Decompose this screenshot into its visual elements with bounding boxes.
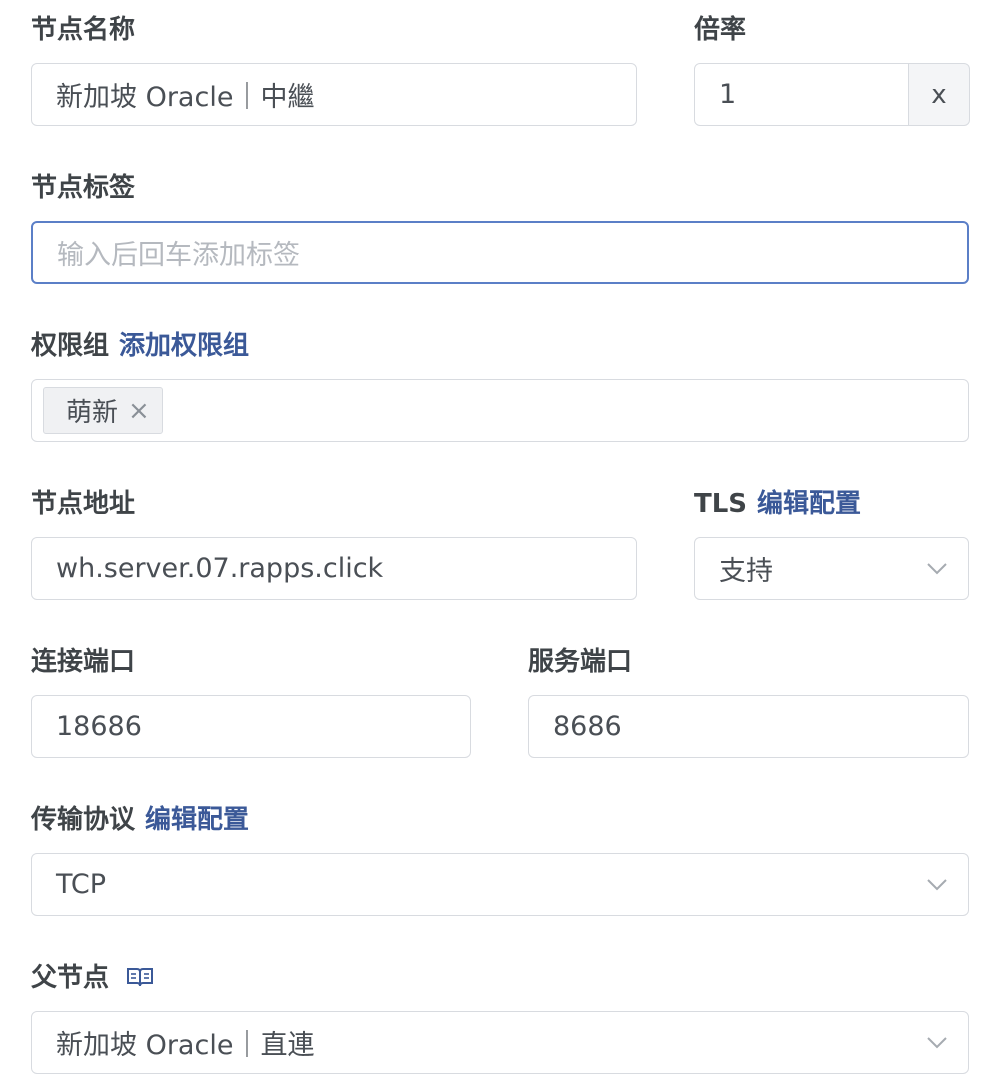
node-edit-form: 节点名称 新加坡 Oracle｜中繼 倍率 1 x 节点标签 输入后回车添加标签… bbox=[0, 0, 998, 1092]
service-port-value: 8686 bbox=[553, 711, 622, 742]
node-address-input[interactable]: wh.server.07.rapps.click bbox=[31, 537, 637, 600]
tls-value: 支持 bbox=[719, 556, 773, 587]
tls-label-text: TLS bbox=[694, 489, 748, 519]
chevron-down-icon bbox=[927, 878, 947, 890]
permission-group-label-text: 权限组 bbox=[31, 331, 110, 361]
chevron-down-icon bbox=[927, 1036, 947, 1048]
node-address-value: wh.server.07.rapps.click bbox=[56, 553, 384, 584]
connect-port-value: 18686 bbox=[56, 711, 142, 742]
node-name-value: 新加坡 Oracle｜中繼 bbox=[56, 82, 315, 113]
transport-label: 传输协议 编辑配置 bbox=[31, 804, 249, 836]
rate-suffix: x bbox=[909, 63, 970, 126]
transport-edit-config-link[interactable]: 编辑配置 bbox=[145, 805, 249, 835]
add-permission-group-link[interactable]: 添加权限组 bbox=[119, 331, 249, 361]
node-tags-placeholder: 输入后回车添加标签 bbox=[57, 240, 300, 271]
transport-label-text: 传输协议 bbox=[31, 805, 136, 835]
node-tags-label: 节点标签 bbox=[31, 173, 136, 203]
parent-node-label: 父节点 bbox=[31, 962, 154, 994]
service-port-label: 服务端口 bbox=[528, 647, 633, 677]
rate-label: 倍率 bbox=[694, 15, 747, 45]
transport-value: TCP bbox=[56, 869, 107, 900]
service-port-input[interactable]: 8686 bbox=[528, 695, 969, 758]
rate-value: 1 bbox=[719, 79, 737, 110]
permission-group-label: 权限组 添加权限组 bbox=[31, 330, 249, 362]
parent-node-select[interactable]: 新加坡 Oracle｜直連 bbox=[31, 1011, 969, 1074]
permission-tag-label: 萌新 bbox=[66, 398, 119, 428]
permission-tag: 萌新 × bbox=[43, 387, 163, 434]
parent-node-value: 新加坡 Oracle｜直連 bbox=[56, 1030, 315, 1061]
tls-label: TLS 编辑配置 bbox=[694, 488, 861, 520]
parent-node-label-text: 父节点 bbox=[31, 963, 110, 993]
connect-port-label: 连接端口 bbox=[31, 647, 136, 677]
node-name-label: 节点名称 bbox=[31, 15, 136, 45]
connect-port-input[interactable]: 18686 bbox=[31, 695, 471, 758]
node-address-label: 节点地址 bbox=[31, 489, 136, 519]
transport-select[interactable]: TCP bbox=[31, 853, 969, 916]
permission-group-select[interactable]: 萌新 × bbox=[31, 379, 969, 442]
node-name-input[interactable]: 新加坡 Oracle｜中繼 bbox=[31, 63, 637, 126]
tag-remove-icon[interactable]: × bbox=[128, 396, 150, 426]
node-tags-input[interactable]: 输入后回车添加标签 bbox=[31, 221, 969, 284]
tls-select[interactable]: 支持 bbox=[694, 537, 969, 600]
book-icon[interactable] bbox=[126, 966, 154, 988]
tls-edit-config-link[interactable]: 编辑配置 bbox=[757, 489, 861, 519]
chevron-down-icon bbox=[927, 562, 947, 574]
rate-input-group: 1 x bbox=[694, 63, 970, 126]
rate-input[interactable]: 1 bbox=[694, 63, 909, 126]
